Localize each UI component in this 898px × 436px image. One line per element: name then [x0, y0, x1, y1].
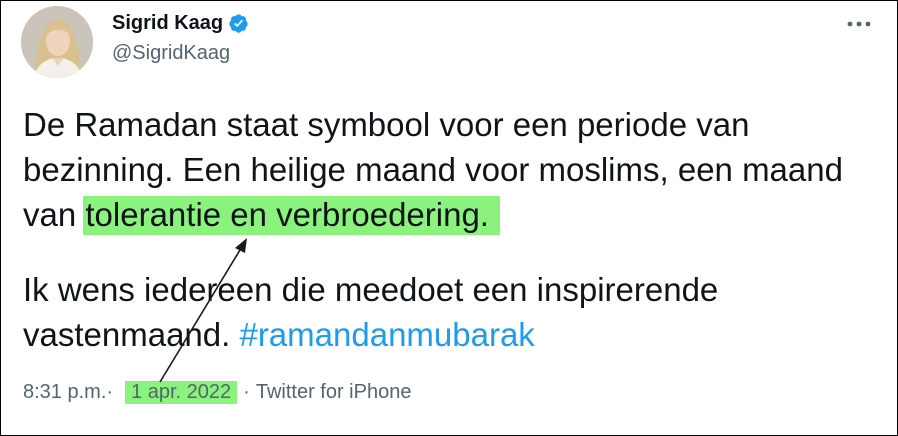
- profile-photo-icon: [21, 6, 93, 78]
- tweet-meta: 8:31 p.m. · 1 apr. 2022 · Twitter for iP…: [23, 378, 411, 406]
- author-handle[interactable]: @SigridKaag: [112, 42, 230, 65]
- verified-badge-icon: [229, 13, 248, 33]
- tweet-card: Sigrid Kaag @SigridKaag De Ramadan staat…: [0, 0, 898, 436]
- avatar[interactable]: [21, 6, 93, 78]
- hashtag-link[interactable]: #ramandanmubarak: [239, 316, 534, 353]
- author-name-row[interactable]: Sigrid Kaag: [112, 11, 249, 35]
- tweet-line-5-prefix: vastenmaand.: [23, 316, 240, 353]
- author-name[interactable]: Sigrid Kaag: [112, 12, 223, 35]
- tweet-line-4: Ik wens iedereen die meedoet een inspire…: [23, 271, 719, 308]
- tweet-text: De Ramadan staat symbool voor een period…: [23, 102, 883, 357]
- tweet-line-2: bezinning. Een heilige maand voor moslim…: [23, 151, 843, 188]
- tweet-line-5: vastenmaand. #ramandanmubarak: [23, 312, 883, 357]
- tweet-date[interactable]: 1 apr. 2022: [125, 380, 238, 404]
- meta-separator: ·: [243, 380, 250, 403]
- more-horizontal-icon: [847, 21, 871, 27]
- tweet-line-3-prefix: van: [23, 196, 86, 233]
- meta-separator: ·: [106, 380, 114, 403]
- tweet-line-3: van tolerantie en verbroedering.: [23, 192, 883, 237]
- tweet-source[interactable]: Twitter for iPhone: [256, 381, 412, 404]
- highlighted-phrase: tolerantie en verbroedering.: [83, 196, 500, 235]
- tweet-line-1: De Ramadan staat symbool voor een period…: [23, 106, 750, 143]
- more-options-button[interactable]: [842, 11, 876, 37]
- tweet-time[interactable]: 8:31 p.m.: [23, 381, 106, 404]
